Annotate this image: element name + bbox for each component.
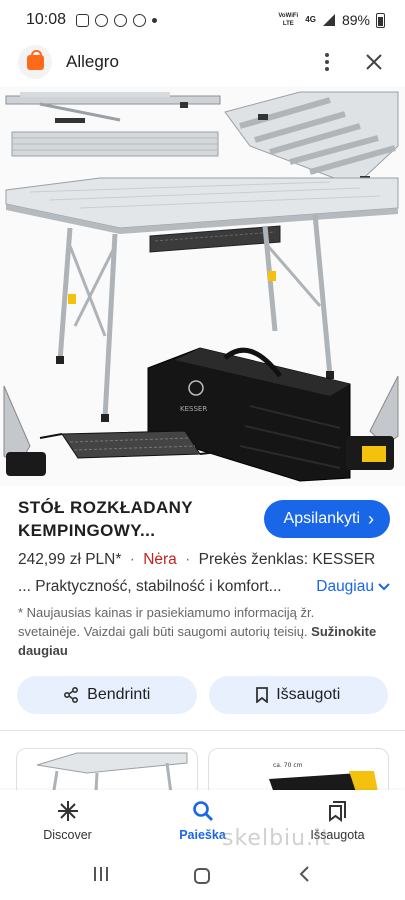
save-button-label: Išsaugoti [276,686,341,703]
thumbnail-dimension-label: ca. 70 cm [273,762,303,769]
battery-percent: 89% [341,12,370,28]
asterisk-icon [57,801,78,821]
action-buttons: Bendrinti Išsaugoti [17,676,388,714]
gallery-icon [76,13,90,27]
leg-clip [268,271,276,281]
nav-search-label: Paieška [179,828,226,842]
separator-dot: · [129,551,135,568]
leg-detail-right [346,375,399,470]
leg-foot [326,371,334,379]
stock-status: Nėra [143,551,177,568]
status-right: VoWiFi LTE 4G 89% [277,12,385,28]
notification-icon [114,13,128,27]
status-time: 10:08 [26,11,67,28]
aluminium-slats [224,91,399,187]
search-icon [192,801,213,821]
share-button[interactable]: Bendrinti [17,676,197,714]
leg-foot [56,356,64,364]
bottom-nav: Discover Paieška Išsaugota [0,790,405,852]
shopping-bag-icon [26,49,44,70]
folded-table-top-view [5,92,221,157]
bookmark-icon [256,687,269,703]
chevron-right-icon: › [368,508,374,529]
leg-clip [68,294,76,304]
share-icon [64,687,79,703]
close-icon [366,54,382,70]
battery-icon [376,12,385,28]
more-notifications-icon [152,17,158,23]
carry-bag: KESSER [147,347,351,482]
divider [0,730,405,731]
leg-detail-left [3,385,46,476]
visit-button[interactable]: Apsilankyti › [263,500,390,538]
status-bar: 10:08 VoWiFi LTE 4G 89% [0,0,405,40]
leg-foot [101,414,109,422]
download-icon [95,13,109,27]
home-button[interactable] [187,868,217,884]
site-name: Allegro [66,52,119,71]
product-price: 242,99 zł PLN* [18,551,122,568]
more-link[interactable]: Daugiau [316,578,390,596]
chevron-down-icon [378,583,390,591]
product-title[interactable]: STÓŁ ROZKŁADANY KEMPINGOWY... [18,496,238,542]
visit-button-label: Apsilankyti [283,510,360,527]
nav-discover[interactable]: Discover [0,790,135,852]
product-image[interactable]: KESSER [0,86,405,486]
dot-icon [325,67,329,71]
home-icon [194,868,211,884]
recent-apps-icon [93,866,108,881]
price-row: 242,99 zł PLN* · Nėra · Prekės ženklas: … [18,551,390,569]
allegro-favicon [18,45,52,79]
network-4g-icon: 4G [305,15,316,24]
system-navigation [0,852,405,900]
description-row: ... Praktyczność, stabilność i komfort..… [18,578,390,596]
signal-icon [322,14,335,26]
more-options-button[interactable] [315,47,339,77]
table-top [5,177,399,234]
recent-apps-button[interactable] [86,866,116,887]
bag-brand-label: KESSER [180,405,207,413]
product-brand: Prekės ženklas: KESSER [198,551,376,568]
viber-icon [133,13,147,27]
app-header: Allegro [0,40,405,84]
watermark: skelbiu.lt [222,826,331,851]
separator-dot: · [185,551,191,568]
status-left: 10:08 [26,11,158,29]
dot-icon [325,53,329,57]
wifi-calling-icon: VoWiFi LTE [278,13,299,27]
dot-icon [325,60,329,64]
back-button[interactable] [289,865,319,888]
bookmarks-icon [328,801,346,822]
more-link-label: Daugiau [316,578,374,595]
close-button[interactable] [361,49,387,75]
disclaimer-text: * Naujausias kainas ir pasiekiamumo info… [18,605,315,639]
share-button-label: Bendrinti [87,686,151,703]
save-button[interactable]: Išsaugoti [208,676,388,714]
back-icon [299,865,309,882]
camping-table-illustration: KESSER [3,91,399,482]
title-row: STÓŁ ROZKŁADANY KEMPINGOWY... Apsilankyt… [18,496,390,542]
nav-discover-label: Discover [43,828,92,842]
product-description: ... Praktyczność, stabilność i komfort..… [18,578,282,595]
disclaimer: * Naujausias kainas ir pasiekiamumo info… [18,603,378,660]
